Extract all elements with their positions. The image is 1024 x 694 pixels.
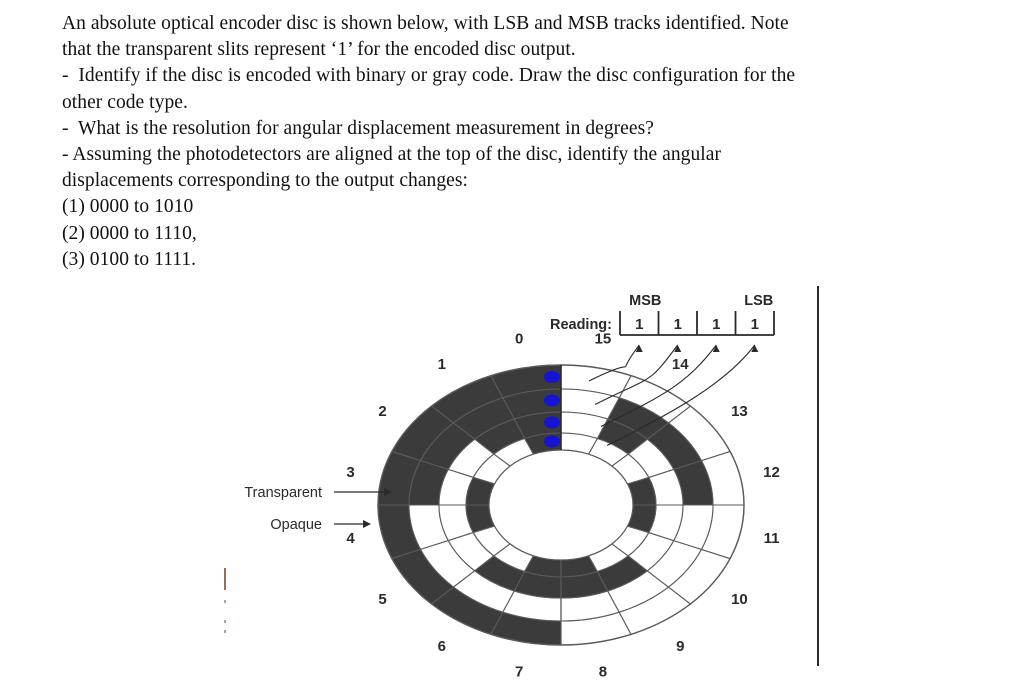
msb-label: MSB — [629, 293, 661, 309]
reading-table: Reading: MSB LSB 1 1 1 1 — [550, 293, 775, 336]
question-line: - Identify if the disc is encoded with b… — [62, 65, 796, 87]
question-line: - Assuming the photodetectors are aligne… — [62, 144, 721, 166]
sector-label-8: 8 — [599, 663, 607, 680]
sector-label-0: 0 — [515, 331, 523, 348]
callout-group: Transparent Opaque — [244, 485, 392, 533]
sector-label-3: 3 — [346, 464, 354, 481]
sector-label-6: 6 — [438, 638, 446, 655]
reading-bit-2: 1 — [712, 316, 720, 333]
sector-label-7: 7 — [515, 663, 523, 680]
encoder-disc-svg: 01234567 89101112131415Reading:MSB LSB1 1 1 1… — [244, 293, 780, 680]
lsb-label: LSB — [744, 293, 773, 309]
page-divider-line — [817, 286, 819, 666]
question-text: An absolute optical encoder disc is show… — [62, 11, 992, 273]
sector-label-1: 1 — [438, 356, 446, 373]
reading-label: Reading: — [550, 317, 612, 333]
sector-label-14: 14 — [672, 356, 689, 373]
reading-bit-0: 1 — [635, 316, 643, 333]
question-line: - What is the resolution for angular dis… — [62, 117, 654, 139]
question-line: (2) 0000 to 1110, — [62, 222, 197, 244]
photodetector-dot — [544, 394, 560, 407]
sector-label-15: 15 — [595, 331, 612, 348]
transparent-label: Transparent — [244, 485, 322, 501]
sector-label-10: 10 — [731, 591, 748, 608]
sector-label-13: 13 — [731, 403, 748, 420]
sector-label-12: 12 — [763, 464, 780, 481]
question-line: displacements corresponding to the outpu… — [62, 170, 468, 192]
sector-label-4: 4 — [346, 530, 355, 547]
question-line: other code type. — [62, 91, 188, 113]
photodetector-dot — [544, 435, 560, 448]
opaque-arrow-icon — [363, 520, 371, 528]
disc-hub — [488, 449, 634, 561]
sector-label-5: 5 — [378, 591, 386, 608]
sector-label-9: 9 — [676, 638, 684, 655]
reading-bit-1: 1 — [674, 316, 682, 333]
question-line: An absolute optical encoder disc is show… — [62, 13, 789, 34]
stray-scan-dot — [224, 600, 226, 603]
photodetector-dot — [544, 416, 560, 429]
question-line: that the transparent slits represent ‘1’… — [62, 39, 576, 61]
stray-scan-dot — [224, 630, 226, 633]
opaque-label: Opaque — [270, 517, 322, 533]
reading-bit-3: 1 — [751, 316, 759, 333]
photodetector-dot — [544, 371, 560, 383]
encoder-disc-figure: 0 1 2 3 4 5 6 7 8 9 10 11 12 13 14 15 Reading: MSB LSB 1 1 1 1… — [0, 270, 1024, 694]
sector-label-2: 2 — [378, 403, 386, 420]
stray-scan-dot — [224, 620, 226, 623]
question-line: (1) 0000 to 1010 — [62, 196, 194, 218]
sector-label-11: 11 — [764, 530, 780, 547]
stray-scan-mark — [224, 568, 226, 590]
